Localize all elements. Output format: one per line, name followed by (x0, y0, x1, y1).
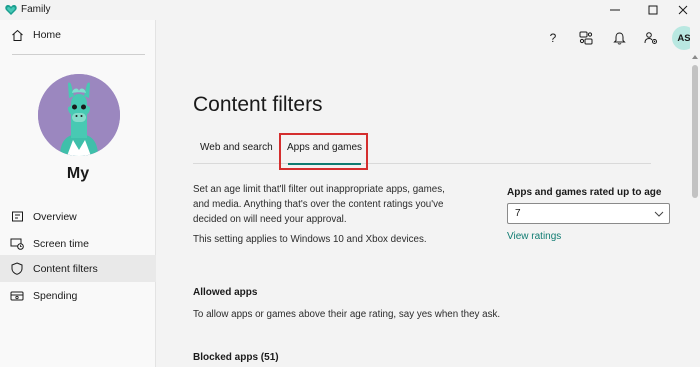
maximize-button[interactable] (636, 0, 670, 20)
scroll-up-arrow-icon[interactable] (692, 54, 698, 60)
sidebar: Home My Overview Screen time Content fil… (0, 20, 156, 367)
manage-people-icon (644, 32, 657, 44)
tab-highlight-box (279, 133, 368, 170)
shield-icon (10, 262, 24, 276)
allowed-apps-description: To allow apps or games above their age r… (193, 309, 501, 320)
family-heart-icon (5, 5, 17, 15)
applies-to-text: This setting applies to Windows 10 and X… (193, 234, 427, 245)
title-bar: Family (0, 0, 700, 20)
close-icon (678, 5, 688, 15)
overview-icon (10, 210, 24, 224)
profile-name: My (66, 165, 90, 182)
allowed-apps-title: Allowed apps (193, 287, 258, 298)
sidebar-item-label: Screen time (33, 237, 90, 250)
minimize-button[interactable] (598, 0, 632, 20)
sidebar-item-content-filters[interactable]: Content filters (0, 255, 156, 282)
manage-people-button[interactable] (642, 29, 660, 47)
page-title: Content filters (193, 93, 323, 116)
vertical-scrollbar[interactable] (690, 20, 700, 367)
help-icon: ? (549, 31, 557, 45)
screen-time-icon (10, 237, 24, 251)
sidebar-item-screen-time[interactable]: Screen time (0, 230, 156, 257)
family-group-button[interactable] (577, 29, 595, 47)
scrollbar-thumb[interactable] (692, 65, 698, 198)
view-ratings-link[interactable]: View ratings (507, 231, 561, 242)
sidebar-item-home[interactable]: Home (0, 24, 156, 46)
age-limit-value: 7 (515, 208, 521, 219)
sidebar-item-label: Spending (33, 289, 78, 302)
sidebar-item-label: Content filters (33, 262, 98, 275)
notifications-button[interactable] (610, 29, 628, 47)
app-title: Family (21, 4, 51, 15)
spending-icon (10, 289, 24, 303)
help-button[interactable]: ? (544, 29, 562, 47)
maximize-icon (648, 5, 658, 15)
blocked-apps-title[interactable]: Blocked apps (51) (193, 352, 279, 363)
age-limit-description: Set an age limit that'll filter out inap… (193, 184, 445, 225)
tabs-divider (193, 163, 651, 164)
age-limit-label: Apps and games rated up to age (507, 187, 662, 198)
main-content: ? AS Content filters Web and search Apps… (157, 20, 696, 367)
sidebar-item-label: Home (33, 29, 62, 41)
notification-bell-icon (612, 32, 626, 45)
llama-avatar-icon (38, 74, 120, 156)
tab-web-and-search[interactable]: Web and search (200, 142, 273, 162)
sidebar-divider (12, 54, 145, 55)
minimize-icon (610, 9, 620, 11)
home-icon (10, 28, 24, 42)
age-limit-dropdown[interactable]: 7 (507, 203, 670, 224)
close-button[interactable] (666, 0, 700, 20)
sidebar-item-label: Overview (33, 210, 77, 223)
sidebar-item-spending[interactable]: Spending (0, 282, 156, 309)
profile-avatar (38, 74, 120, 156)
family-group-icon (579, 31, 593, 45)
sidebar-item-overview[interactable]: Overview (0, 203, 156, 230)
chevron-down-icon (654, 211, 664, 217)
